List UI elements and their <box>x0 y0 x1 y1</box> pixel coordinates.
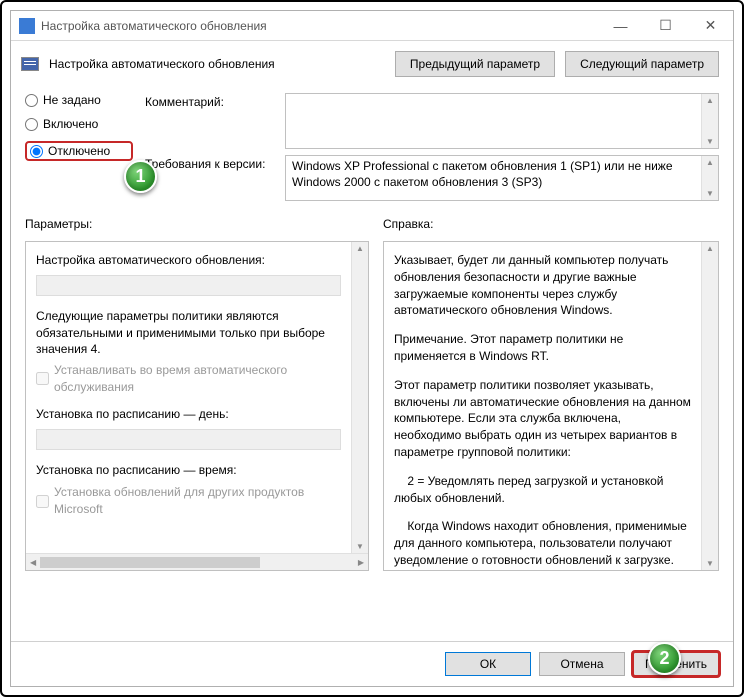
radio-not-configured-input[interactable] <box>25 94 38 107</box>
params-config-label: Настройка автоматического обновления: <box>36 252 341 269</box>
close-button[interactable]: ✕ <box>688 11 733 41</box>
schedule-day-label: Установка по расписанию — день: <box>36 406 341 423</box>
minimize-button[interactable]: — <box>598 11 643 41</box>
radio-enabled[interactable]: Включено <box>25 117 133 131</box>
help-p5: Когда Windows находит обновления, примен… <box>394 518 691 570</box>
params-hscrollbar[interactable]: ◀▶ <box>26 553 368 570</box>
requirements-scrollbar[interactable]: ▲▼ <box>701 156 718 200</box>
radio-disabled-input[interactable] <box>30 145 43 158</box>
radio-disabled-label: Отключено <box>48 144 110 158</box>
maintenance-checkbox[interactable] <box>36 372 49 385</box>
comment-textarea[interactable] <box>286 94 701 148</box>
radio-enabled-input[interactable] <box>25 118 38 131</box>
callout-badge-2: 2 <box>648 642 681 675</box>
schedule-time-label: Установка по расписанию — время: <box>36 462 341 479</box>
parameters-heading: Параметры: <box>25 217 369 231</box>
comment-scrollbar[interactable]: ▲▼ <box>701 94 718 148</box>
next-setting-button[interactable]: Следующий параметр <box>565 51 719 77</box>
help-text: Указывает, будет ли данный компьютер пол… <box>384 242 701 570</box>
params-config-combo[interactable] <box>36 275 341 296</box>
policy-icon <box>19 18 35 34</box>
help-heading: Справка: <box>383 217 719 231</box>
help-p3: Этот параметр политики позволяет указыва… <box>394 377 691 461</box>
maintenance-checkbox-label: Устанавливать во время автоматического о… <box>54 362 341 396</box>
radio-not-configured[interactable]: Не задано <box>25 93 133 107</box>
callout-badge-1: 1 <box>124 160 157 193</box>
schedule-day-combo[interactable] <box>36 429 341 450</box>
help-p2: Примечание. Этот параметр политики не пр… <box>394 331 691 365</box>
cancel-button[interactable]: Отмена <box>539 652 625 676</box>
params-vscrollbar[interactable]: ▲▼ <box>351 242 368 553</box>
help-p1: Указывает, будет ли данный компьютер пол… <box>394 252 691 319</box>
other-products-checkbox[interactable] <box>36 495 49 508</box>
radio-enabled-label: Включено <box>43 117 98 131</box>
ok-button[interactable]: ОК <box>445 652 531 676</box>
page-title: Настройка автоматического обновления <box>49 57 275 71</box>
maximize-button[interactable]: ☐ <box>643 11 688 41</box>
requirements-text: Windows XP Professional с пакетом обновл… <box>286 156 701 200</box>
comment-label: Комментарий: <box>145 93 285 149</box>
requirements-label: Требования к версии: <box>145 155 285 201</box>
radio-disabled[interactable]: Отключено <box>25 141 133 161</box>
help-p4: 2 = Уведомлять перед загрузкой и установ… <box>394 473 691 507</box>
other-products-checkbox-label: Установка обновлений для других продукто… <box>54 484 341 518</box>
prev-setting-button[interactable]: Предыдущий параметр <box>395 51 555 77</box>
params-paragraph: Следующие параметры политики являются об… <box>36 308 341 358</box>
titlebar: Настройка автоматического обновления — ☐… <box>11 11 733 41</box>
window-title: Настройка автоматического обновления <box>41 19 598 33</box>
help-vscrollbar[interactable]: ▲▼ <box>701 242 718 570</box>
radio-not-configured-label: Не задано <box>43 93 101 107</box>
settings-list-icon <box>21 57 39 71</box>
